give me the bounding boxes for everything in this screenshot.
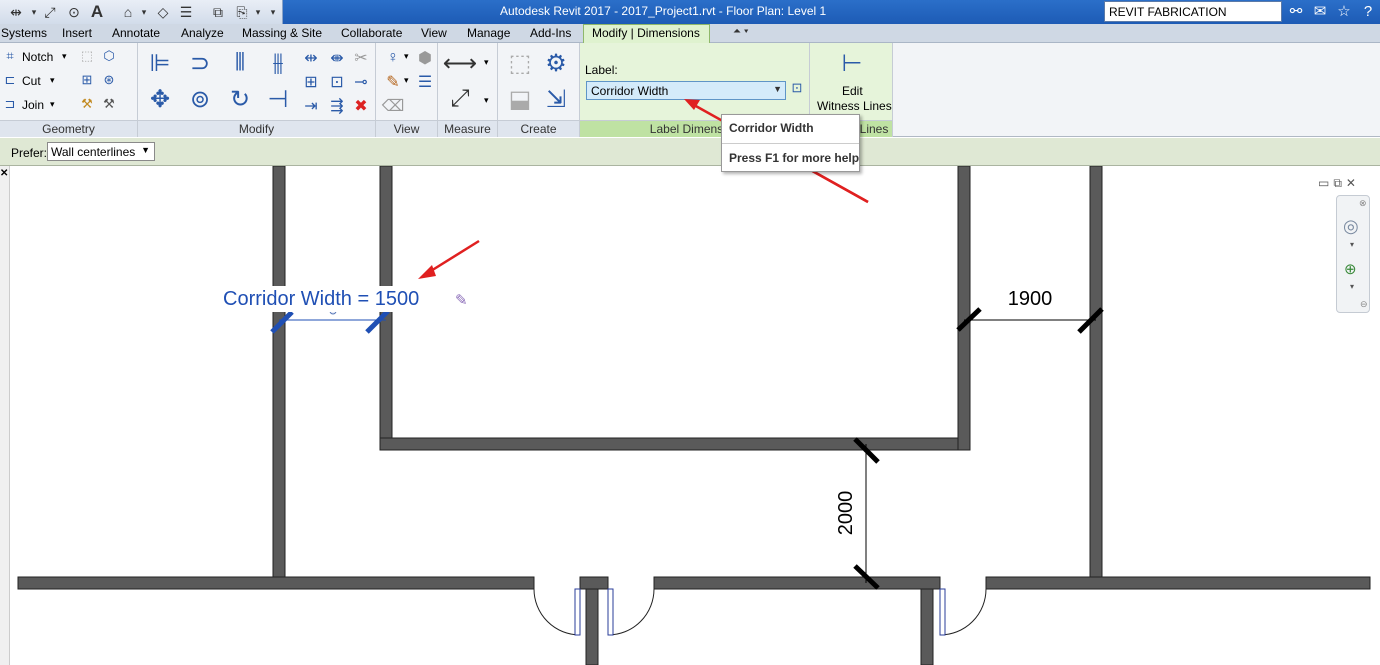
chevron-down-icon[interactable]: ▾ [1350, 282, 1354, 291]
edit-label-pencil-icon[interactable]: ✎ [455, 291, 468, 309]
minimize-icon[interactable]: ▭ [1318, 176, 1333, 190]
drawing-area[interactable]: 1900 2000 Corridor Width = 1500 ✎ [0, 166, 1380, 665]
tooltip-help: Press F1 for more help [729, 151, 860, 165]
dimension-2000-text: 2000 [835, 491, 857, 536]
restore-icon[interactable]: ⧉ [1333, 176, 1346, 190]
vertical-scrollbar[interactable]: ✕ [0, 166, 10, 665]
wall-room-bottom[interactable] [379, 437, 971, 451]
view-window-controls[interactable]: ▭⧉✕ [1318, 176, 1360, 191]
wall-lower-1[interactable] [585, 588, 599, 665]
door-leaf-1 [574, 588, 581, 636]
zoom-icon[interactable]: ⊕ [1344, 260, 1357, 278]
steering-wheel-icon[interactable]: ◎ [1343, 216, 1359, 237]
doors [533, 588, 987, 636]
wall-right[interactable] [1089, 166, 1103, 579]
options-icon[interactable]: ⊖ [1360, 299, 1368, 310]
wall-bottom-4[interactable] [985, 576, 1371, 590]
door-swing-3 [939, 588, 987, 636]
dimension-1900[interactable]: 1900 [956, 288, 1104, 334]
dimension-2000[interactable]: 2000 [835, 437, 880, 590]
selected-dimension[interactable]: Corridor Width = 1500 ✎ [219, 286, 468, 334]
close-icon[interactable]: ⊗ [1359, 198, 1367, 209]
close-icon[interactable]: ✕ [1346, 176, 1360, 190]
dimension-1900-text: 1900 [1008, 288, 1053, 310]
tooltip-title: Corridor Width [729, 121, 814, 135]
door-swing-1 [533, 588, 581, 636]
close-icon[interactable]: ✕ [0, 168, 8, 179]
floor-plan: 1900 2000 Corridor Width = 1500 ✎ [17, 166, 1371, 665]
wall-bottom-2[interactable] [579, 576, 609, 590]
wall-bottom-1[interactable] [17, 576, 535, 590]
door-leaf-2 [607, 588, 614, 636]
wall-left[interactable] [272, 166, 286, 579]
selected-dimension-text: Corridor Width = 1500 [223, 288, 419, 310]
wall-bottom-3[interactable] [653, 576, 941, 590]
door-swing-2 [607, 588, 655, 636]
door-leaf-3 [939, 588, 946, 636]
navigation-bar: ⊗ ◎ ▾ ⊕ ▾ ⊖ [1336, 195, 1370, 313]
annotation-overlay [684, 99, 869, 204]
wall-lower-2[interactable] [920, 588, 934, 665]
tooltip: Corridor Width Press F1 for more help [721, 114, 860, 172]
chevron-down-icon[interactable]: ▾ [1350, 240, 1354, 249]
